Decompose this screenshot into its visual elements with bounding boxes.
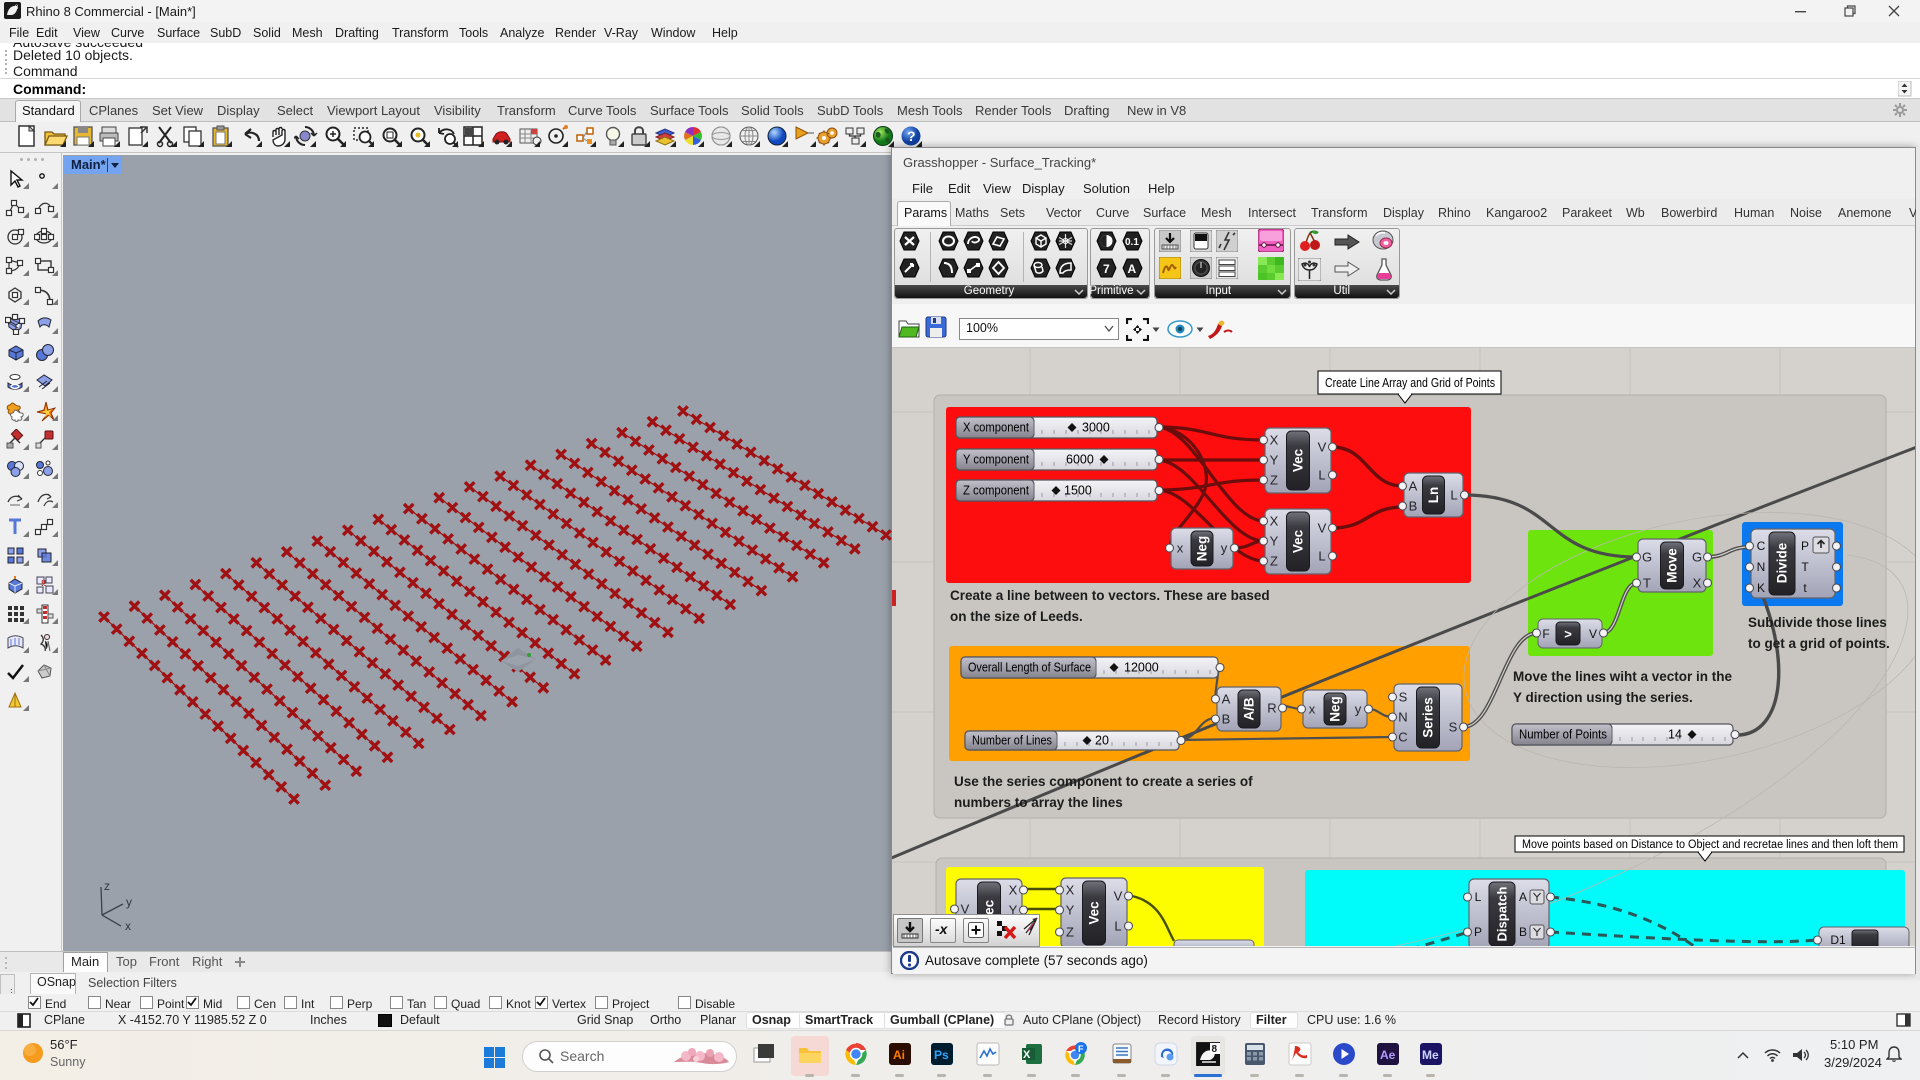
svg-text:V: V — [1318, 521, 1327, 536]
svg-text:X component: X component — [963, 421, 1029, 435]
svg-text:X: X — [1693, 576, 1702, 591]
svg-text:y: y — [1355, 702, 1362, 717]
svg-text:y: y — [1221, 541, 1228, 556]
svg-text:Ln: Ln — [1426, 487, 1441, 504]
svg-text:L: L — [1450, 488, 1457, 503]
svg-text:Move: Move — [1665, 548, 1680, 583]
svg-text:Z: Z — [1270, 554, 1278, 569]
svg-text:G: G — [1692, 550, 1702, 565]
svg-text:7: 7 — [1103, 262, 1110, 276]
svg-text:Use the series component to cr: Use the series component to create a ser… — [954, 774, 1253, 789]
svg-text:P: P — [1474, 925, 1482, 939]
svg-text:Y direction using the series.: Y direction using the series. — [1513, 690, 1693, 705]
svg-text:!!: !! — [41, 579, 46, 588]
svg-text:A: A — [1128, 262, 1137, 276]
svg-text:Series: Series — [1421, 697, 1436, 738]
svg-text:X: X — [1270, 433, 1279, 448]
svg-text:L: L — [1318, 549, 1325, 564]
svg-text:numbers to array the lines: numbers to array the lines — [954, 795, 1123, 810]
svg-text:L: L — [1318, 468, 1325, 483]
svg-text:Me: Me — [1422, 1048, 1439, 1062]
svg-text:D1: D1 — [1830, 933, 1846, 946]
svg-text:C: C — [1398, 730, 1407, 745]
svg-text:R: R — [1267, 701, 1276, 716]
svg-text:C: C — [1757, 539, 1766, 553]
svg-text:12000: 12000 — [1124, 661, 1159, 675]
svg-text:on the size of Leeds.: on the size of Leeds. — [950, 609, 1083, 624]
svg-text:P: P — [1801, 539, 1809, 553]
svg-text:L: L — [1475, 890, 1482, 904]
svg-text:Overall Length of Surface: Overall Length of Surface — [968, 661, 1091, 675]
svg-text:3000: 3000 — [1082, 421, 1110, 435]
svg-text:?: ? — [907, 128, 916, 144]
svg-text:8: 8 — [1212, 1044, 1218, 1055]
svg-text:to get a grid of points.: to get a grid of points. — [1748, 636, 1890, 651]
svg-text:F: F — [1078, 1044, 1084, 1054]
svg-text:>: > — [1564, 627, 1572, 642]
svg-text:A/B: A/B — [1242, 697, 1257, 721]
svg-text:x: x — [1309, 702, 1316, 717]
svg-text:T: T — [1801, 560, 1809, 574]
svg-text:Number of Lines: Number of Lines — [972, 734, 1052, 748]
svg-text:Y: Y — [1270, 453, 1279, 468]
svg-text:Ps: Ps — [934, 1048, 949, 1062]
svg-text:Y: Y — [1270, 534, 1279, 549]
svg-text:14: 14 — [1668, 728, 1682, 742]
svg-text:Number of Points: Number of Points — [1519, 728, 1607, 742]
svg-text:Divide: Divide — [1775, 542, 1790, 583]
svg-text:B: B — [1519, 925, 1527, 939]
svg-text:S: S — [1449, 720, 1458, 735]
svg-text:Move the lines wiht a vector i: Move the lines wiht a vector in the — [1513, 669, 1733, 684]
svg-text:6000: 6000 — [1066, 453, 1094, 467]
svg-text:A: A — [1409, 479, 1418, 494]
svg-text:K: K — [1757, 581, 1765, 595]
svg-text:Ai: Ai — [893, 1048, 905, 1062]
svg-text:X: X — [1270, 514, 1279, 529]
svg-text:Y: Y — [1066, 903, 1075, 918]
svg-text:20: 20 — [1095, 734, 1109, 748]
svg-text:Dispatch: Dispatch — [1495, 886, 1510, 941]
svg-text:A: A — [1519, 890, 1527, 904]
svg-text:B: B — [1222, 712, 1231, 727]
svg-text:0.1: 0.1 — [1125, 237, 1139, 248]
svg-text:A: A — [1222, 692, 1231, 707]
svg-text:Y component: Y component — [963, 453, 1029, 467]
svg-text:L: L — [1114, 919, 1121, 934]
svg-text:Neg: Neg — [1328, 696, 1343, 722]
svg-text:N: N — [1398, 710, 1407, 725]
svg-text:Z: Z — [1066, 925, 1074, 940]
svg-text:Neg: Neg — [1195, 536, 1210, 562]
svg-text:V: V — [1318, 440, 1327, 455]
svg-text:N: N — [1757, 560, 1766, 574]
svg-text:V: V — [1114, 889, 1123, 904]
svg-text:T: T — [1643, 576, 1651, 591]
svg-text:B: B — [1409, 499, 1418, 514]
svg-text:Ae: Ae — [1380, 1048, 1396, 1062]
svg-text:Vec: Vec — [1087, 901, 1102, 925]
svg-text:Z: Z — [1270, 473, 1278, 488]
svg-text:1500: 1500 — [1064, 484, 1092, 498]
svg-text:x: x — [1177, 541, 1184, 556]
svg-text:Create Line Array and Grid of: Create Line Array and Grid of Points — [1325, 376, 1495, 390]
svg-text:S: S — [1399, 690, 1408, 705]
svg-text:Create a line between to vecto: Create a line between to vectors. These … — [950, 588, 1270, 603]
svg-text:Subdivide those lines: Subdivide those lines — [1748, 615, 1887, 630]
svg-text:Move points based on Distance: Move points based on Distance to Object … — [1522, 839, 1898, 851]
svg-text:X: X — [1009, 883, 1018, 898]
svg-text:X: X — [1066, 883, 1075, 898]
svg-text:Z component: Z component — [963, 484, 1029, 498]
svg-text:Vec: Vec — [1291, 529, 1306, 553]
svg-text:Vec: Vec — [1291, 448, 1306, 472]
svg-text:X: X — [1023, 1049, 1031, 1061]
svg-text:G: G — [1642, 550, 1652, 565]
svg-text:V: V — [1589, 627, 1597, 641]
svg-text:F: F — [1542, 627, 1549, 641]
